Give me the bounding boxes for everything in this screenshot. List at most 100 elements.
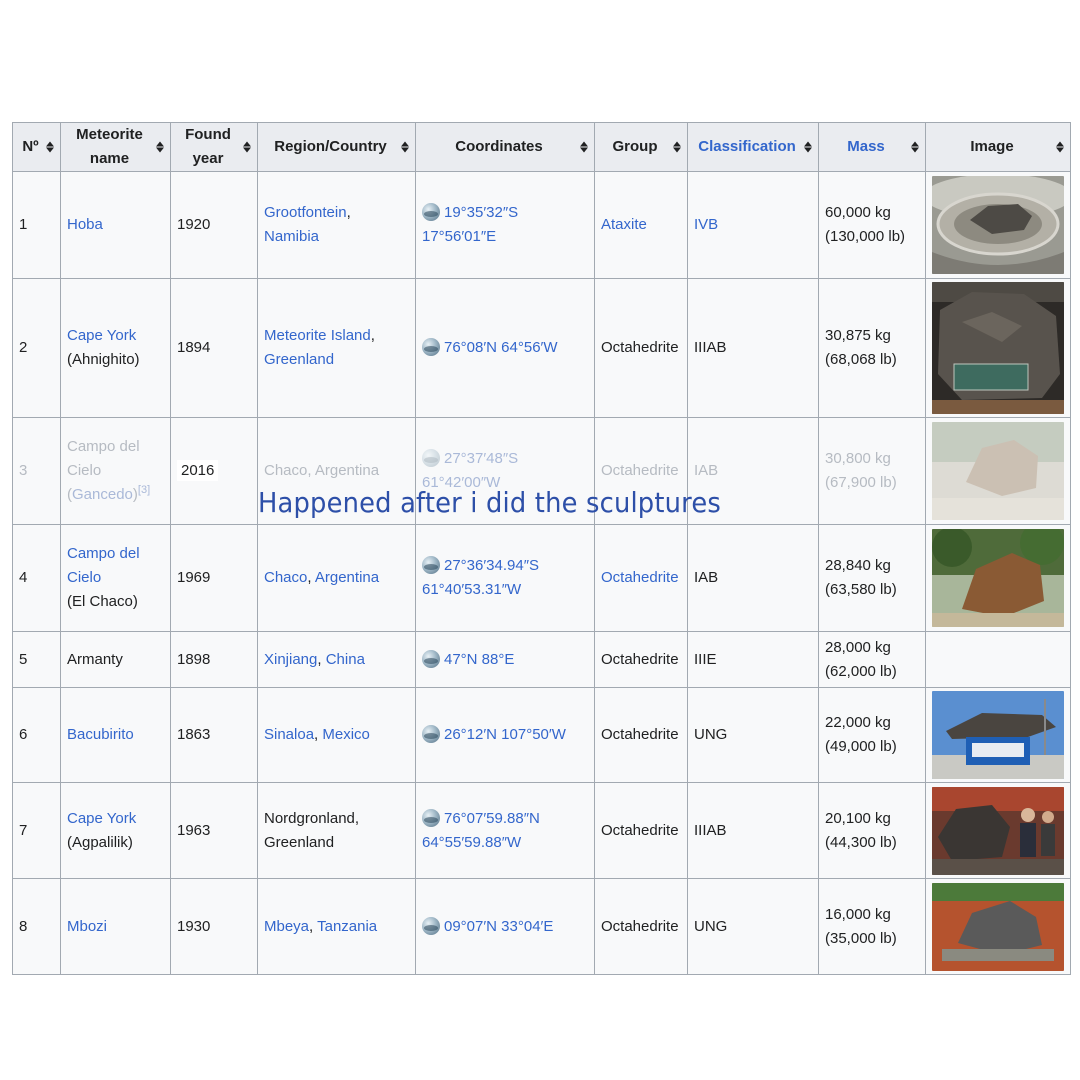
cell-group: Octahedrite	[594, 687, 688, 783]
cell-coordinates: 26°12′N 107°50′W	[415, 687, 595, 783]
meteorite-link[interactable]: Bacubirito	[67, 726, 134, 743]
country-link[interactable]: Greenland	[264, 351, 334, 368]
cell-mass: 22,000 kg (49,000 lb)	[818, 687, 926, 783]
overlay-caption: Happened after i did the sculptures	[258, 486, 721, 519]
col-header-coordinates[interactable]: Coordinates	[415, 122, 595, 172]
sort-icon[interactable]	[401, 141, 409, 153]
cell-no: 8	[12, 878, 61, 975]
cell-year: 1894	[170, 278, 258, 418]
table-row: 7 Cape York (Agpalilik) 1963 Nordgronland…	[12, 782, 1071, 879]
cell-year: 1898	[170, 631, 258, 688]
coordinates-link[interactable]: 19°35′32″S	[444, 204, 518, 221]
cell-no: 2	[12, 278, 61, 418]
globe-icon[interactable]	[422, 449, 440, 467]
meteorite-thumbnail[interactable]	[932, 786, 1064, 875]
globe-icon[interactable]	[422, 203, 440, 221]
globe-icon[interactable]	[422, 725, 440, 743]
cell-mass: 30,800 kg (67,900 lb)	[818, 417, 926, 525]
table-row: 5 Armanty 1898 Xinjiang, China 47°N 88°E…	[12, 631, 1071, 688]
globe-icon[interactable]	[422, 556, 440, 574]
meteorite-link[interactable]: Cape York	[67, 810, 136, 827]
coordinates-link[interactable]: 64°55′59.88″W	[422, 834, 521, 851]
cell-classification: IIIE	[687, 631, 819, 688]
meteorite-thumbnail[interactable]	[932, 529, 1064, 627]
meteorite-thumbnail[interactable]	[932, 882, 1064, 971]
sort-icon[interactable]	[804, 141, 812, 153]
cell-no: 5	[12, 631, 61, 688]
sort-icon[interactable]	[1056, 141, 1064, 153]
coordinates-link[interactable]: 09°07′N 33°04′E	[444, 918, 553, 935]
region-link[interactable]: Mbeya	[264, 918, 309, 935]
col-header-region[interactable]: Region/Country	[257, 122, 416, 172]
country-link[interactable]: Namibia	[264, 228, 319, 245]
region-link[interactable]: Grootfontein	[264, 204, 347, 221]
meteorite-link[interactable]: Gancedo	[72, 486, 133, 503]
cell-mass: 16,000 kg (35,000 lb)	[818, 878, 926, 975]
cell-mass: 28,840 kg (63,580 lb)	[818, 524, 926, 632]
cell-classification: IIIAB	[687, 278, 819, 418]
sort-icon[interactable]	[673, 141, 681, 153]
group-link[interactable]: Ataxite	[601, 216, 647, 233]
coordinates-link[interactable]: 61°40′53.31″W	[422, 581, 521, 598]
coordinates-link[interactable]: 26°12′N 107°50′W	[444, 726, 566, 743]
sort-icon[interactable]	[46, 141, 54, 153]
cell-group: Octahedrite	[594, 278, 688, 418]
group-link[interactable]: Octahedrite	[601, 569, 679, 586]
reference-link[interactable]: [3]	[138, 484, 150, 496]
country-link[interactable]: Argentina	[315, 569, 379, 586]
meteorite-link[interactable]: Cape York	[67, 327, 136, 344]
coordinates-link[interactable]: 17°56′01″E	[422, 228, 496, 245]
cell-coordinates: 09°07′N 33°04′E	[415, 878, 595, 975]
region-link[interactable]: Chaco	[264, 569, 307, 586]
coordinates-link[interactable]: 76°08′N 64°56′W	[444, 339, 558, 356]
meteorite-thumbnail[interactable]	[932, 282, 1064, 414]
cell-name: Mbozi	[60, 878, 171, 975]
col-header-image[interactable]: Image	[925, 122, 1071, 172]
cell-name: Hoba	[60, 171, 171, 279]
col-header-classification[interactable]: Classification	[687, 122, 819, 172]
coordinates-link[interactable]: 76°07′59.88″N	[444, 810, 540, 827]
meteorite-thumbnail[interactable]	[932, 691, 1064, 779]
region-link[interactable]: Xinjiang	[264, 651, 317, 668]
table-row: 8 Mbozi 1930 Mbeya, Tanzania 09°07′N 33°…	[12, 878, 1071, 975]
sort-icon[interactable]	[911, 141, 919, 153]
cell-no: 7	[12, 782, 61, 879]
globe-icon[interactable]	[422, 808, 440, 827]
col-header-name[interactable]: Meteorite name	[60, 122, 171, 172]
sort-icon[interactable]	[156, 141, 164, 153]
region-link[interactable]: Sinaloa	[264, 726, 314, 743]
coordinates-link[interactable]: 27°37′48″S	[444, 450, 518, 467]
country-link[interactable]: China	[326, 651, 365, 668]
country-link[interactable]: Tanzania	[317, 918, 377, 935]
cell-group: Octahedrite	[594, 631, 688, 688]
col-header-year[interactable]: Found year	[170, 122, 258, 172]
cell-year: 1920	[170, 171, 258, 279]
cell-image	[925, 687, 1071, 783]
meteorite-thumbnail[interactable]	[932, 422, 1064, 520]
meteorite-thumbnail[interactable]	[932, 176, 1064, 274]
meteorite-link[interactable]: Campo del Cielo	[67, 545, 140, 586]
sort-icon[interactable]	[580, 141, 588, 153]
globe-icon[interactable]	[422, 916, 440, 935]
cell-no: 3	[12, 417, 61, 525]
region-link[interactable]: Meteorite Island	[264, 327, 371, 344]
cell-region: Sinaloa, Mexico	[257, 687, 416, 783]
cell-no: 4	[12, 524, 61, 632]
coordinates-link[interactable]: 47°N 88°E	[444, 651, 514, 668]
col-header-group[interactable]: Group	[594, 122, 688, 172]
table-row: 6 Bacubirito 1863 Sinaloa, Mexico 26°12′…	[12, 687, 1071, 783]
cell-year: 2016	[170, 417, 258, 525]
cell-coordinates: 27°36′34.94″S 61°40′53.31″W	[415, 524, 595, 632]
coordinates-link[interactable]: 27°36′34.94″S	[444, 557, 539, 574]
cell-group: Octahedrite	[594, 878, 688, 975]
col-header-no[interactable]: Nº	[12, 122, 61, 172]
col-header-mass[interactable]: Mass	[818, 122, 926, 172]
classification-link[interactable]: IVB	[694, 216, 718, 233]
meteorite-link[interactable]: Hoba	[67, 216, 103, 233]
globe-icon[interactable]	[422, 649, 440, 668]
globe-icon[interactable]	[422, 338, 440, 356]
sort-icon[interactable]	[243, 141, 251, 153]
cell-mass: 60,000 kg (130,000 lb)	[818, 171, 926, 279]
meteorite-link[interactable]: Mbozi	[67, 918, 107, 935]
country-link[interactable]: Mexico	[322, 726, 370, 743]
